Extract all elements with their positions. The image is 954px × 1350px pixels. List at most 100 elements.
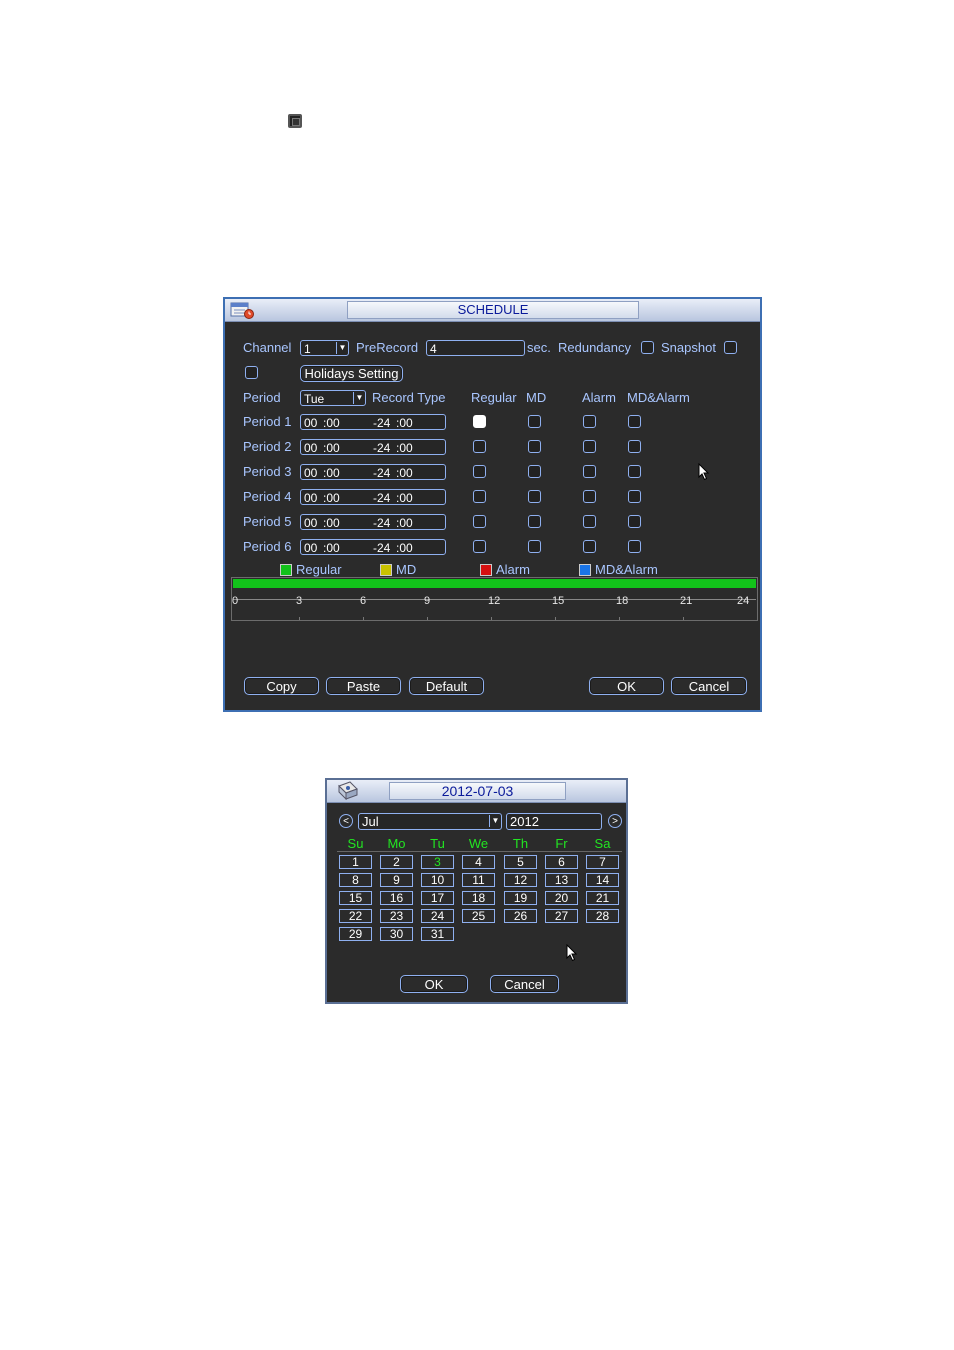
md-alarm-checkbox[interactable] [628, 465, 641, 478]
end-minute[interactable]: :00 [396, 540, 413, 556]
calendar-day[interactable]: 15 [339, 891, 372, 905]
period-day-select[interactable]: Tue ▼ [300, 390, 366, 406]
calendar-day[interactable]: 5 [504, 855, 537, 869]
end-hour[interactable]: -24 [373, 540, 390, 556]
calendar-day[interactable]: 8 [339, 873, 372, 887]
snapshot-checkbox[interactable] [724, 341, 737, 354]
paste-button[interactable]: Paste [326, 677, 401, 695]
calendar-day[interactable]: 24 [421, 909, 454, 923]
start-hour[interactable]: 00 [304, 465, 317, 481]
prerecord-input[interactable]: 4 [426, 340, 525, 356]
calendar-day[interactable]: 16 [380, 891, 413, 905]
dropdown-arrow-icon[interactable]: ▼ [489, 815, 501, 827]
alarm-checkbox[interactable] [583, 515, 596, 528]
calendar-day[interactable]: 7 [586, 855, 619, 869]
start-hour[interactable]: 00 [304, 415, 317, 431]
default-button[interactable]: Default [409, 677, 484, 695]
md-checkbox[interactable] [528, 465, 541, 478]
start-hour[interactable]: 00 [304, 440, 317, 456]
md-alarm-checkbox[interactable] [628, 515, 641, 528]
md-checkbox[interactable] [528, 540, 541, 553]
calendar-cancel-button[interactable]: Cancel [490, 975, 559, 993]
holidays-checkbox[interactable] [245, 366, 258, 379]
month-select[interactable]: Jul ▼ [358, 813, 502, 830]
start-minute[interactable]: :00 [323, 515, 340, 531]
period-time-input[interactable]: 00 :00 -24 :00 [300, 539, 446, 555]
calendar-day[interactable]: 22 [339, 909, 372, 923]
calendar-day[interactable]: 30 [380, 927, 413, 941]
start-hour[interactable]: 00 [304, 490, 317, 506]
period-time-input[interactable]: 00 :00 -24 :00 [300, 464, 446, 480]
calendar-day[interactable]: 10 [421, 873, 454, 887]
redundancy-checkbox[interactable] [641, 341, 654, 354]
start-minute[interactable]: :00 [323, 465, 340, 481]
regular-checkbox[interactable] [473, 440, 486, 453]
calendar-day[interactable]: 28 [586, 909, 619, 923]
end-minute[interactable]: :00 [396, 515, 413, 531]
regular-checkbox[interactable] [473, 540, 486, 553]
period-time-input[interactable]: 00 :00 -24 :00 [300, 489, 446, 505]
md-alarm-checkbox[interactable] [628, 440, 641, 453]
calendar-day[interactable]: 23 [380, 909, 413, 923]
calendar-day[interactable]: 6 [545, 855, 578, 869]
end-minute[interactable]: :00 [396, 490, 413, 506]
end-hour[interactable]: -24 [373, 490, 390, 506]
md-alarm-checkbox[interactable] [628, 490, 641, 503]
calendar-day[interactable]: 12 [504, 873, 537, 887]
md-checkbox[interactable] [528, 490, 541, 503]
cancel-button[interactable]: Cancel [671, 677, 747, 695]
calendar-day[interactable]: 19 [504, 891, 537, 905]
alarm-checkbox[interactable] [583, 465, 596, 478]
channel-select[interactable]: 1 ▼ [300, 340, 349, 356]
calendar-day[interactable]: 11 [462, 873, 495, 887]
copy-button[interactable]: Copy [244, 677, 319, 695]
regular-checkbox[interactable] [473, 490, 486, 503]
calendar-day[interactable]: 26 [504, 909, 537, 923]
calendar-day[interactable]: 25 [462, 909, 495, 923]
alarm-checkbox[interactable] [583, 415, 596, 428]
end-minute[interactable]: :00 [396, 415, 413, 431]
period-time-input[interactable]: 00 :00 -24 :00 [300, 414, 446, 430]
prev-month-button[interactable]: < [339, 814, 353, 828]
regular-checkbox[interactable] [473, 515, 486, 528]
alarm-checkbox[interactable] [583, 440, 596, 453]
calendar-day[interactable]: 29 [339, 927, 372, 941]
end-hour[interactable]: -24 [373, 465, 390, 481]
start-hour[interactable]: 00 [304, 540, 317, 556]
regular-checkbox[interactable] [473, 415, 486, 428]
start-minute[interactable]: :00 [323, 540, 340, 556]
dropdown-arrow-icon[interactable]: ▼ [336, 342, 348, 354]
end-hour[interactable]: -24 [373, 440, 390, 456]
start-hour[interactable]: 00 [304, 515, 317, 531]
md-alarm-checkbox[interactable] [628, 415, 641, 428]
md-checkbox[interactable] [528, 515, 541, 528]
next-month-button[interactable]: > [608, 814, 622, 828]
dropdown-arrow-icon[interactable]: ▼ [353, 392, 365, 404]
calendar-day[interactable]: 18 [462, 891, 495, 905]
regular-checkbox[interactable] [473, 465, 486, 478]
alarm-checkbox[interactable] [583, 490, 596, 503]
start-minute[interactable]: :00 [323, 440, 340, 456]
start-minute[interactable]: :00 [323, 415, 340, 431]
calendar-day[interactable]: 3 [421, 855, 454, 869]
calendar-day[interactable]: 27 [545, 909, 578, 923]
md-alarm-checkbox[interactable] [628, 540, 641, 553]
year-input[interactable]: 2012 [506, 813, 602, 830]
calendar-day[interactable]: 9 [380, 873, 413, 887]
calendar-ok-button[interactable]: OK [400, 975, 468, 993]
end-hour[interactable]: -24 [373, 415, 390, 431]
calendar-day[interactable]: 31 [421, 927, 454, 941]
alarm-checkbox[interactable] [583, 540, 596, 553]
calendar-day[interactable]: 17 [421, 891, 454, 905]
calendar-day[interactable]: 13 [545, 873, 578, 887]
period-time-input[interactable]: 00:00 -24:00 [300, 439, 446, 455]
start-minute[interactable]: :00 [323, 490, 340, 506]
calendar-day[interactable]: 14 [586, 873, 619, 887]
ok-button[interactable]: OK [589, 677, 664, 695]
end-minute[interactable]: :00 [396, 465, 413, 481]
calendar-day[interactable]: 20 [545, 891, 578, 905]
calendar-day[interactable]: 21 [586, 891, 619, 905]
calendar-day[interactable]: 2 [380, 855, 413, 869]
md-checkbox[interactable] [528, 440, 541, 453]
calendar-day[interactable]: 1 [339, 855, 372, 869]
